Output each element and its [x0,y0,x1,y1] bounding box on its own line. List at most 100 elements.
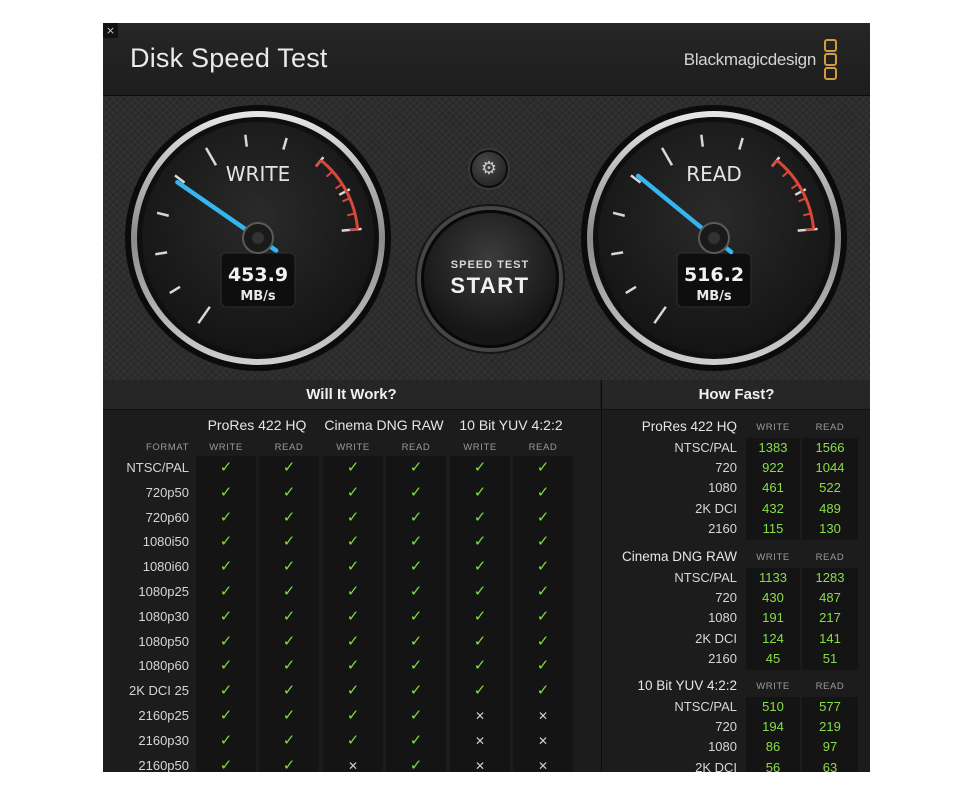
read-gauge-red-tick [805,228,814,231]
wiw-subheader: WRITE [463,442,497,453]
check-icon: ✓ [282,755,296,772]
cross-icon: ✕ [474,709,486,723]
close-window-button[interactable]: × [103,23,118,38]
check-icon: ✓ [473,631,487,650]
title-bar: Disk Speed Test Blackmagicdesign [103,23,870,96]
how-fast-read-value: 97 [822,739,838,755]
check-icon: ✓ [473,482,487,501]
how-fast-write-value: 86 [765,739,781,755]
cross-icon: ✕ [537,709,549,723]
wiw-format-label: 720p60 [145,509,189,525]
how-fast-row-label: 720 [715,460,737,476]
check-icon: ✓ [346,730,360,749]
how-fast-read-value: 1044 [815,460,845,476]
cross-icon: ✕ [474,758,486,772]
how-fast-subheader: WRITE [756,681,790,692]
check-icon: ✓ [409,482,423,501]
gauge-area: WRITE 453.9 MB/s READ 516.2 MB/s ⚙ SPEED TEST… [103,96,870,380]
write-gauge-label: WRITE [226,162,290,186]
write-gauge-red-tick [349,228,358,231]
speed-test-start-button[interactable]: SPEED TEST START [421,210,559,348]
how-fast-read-value: 63 [822,759,838,772]
settings-button[interactable]: ⚙ [470,150,508,188]
wiw-group-header: ProRes 422 HQ [207,417,307,433]
check-icon: ✓ [346,458,360,476]
check-icon: ✓ [409,532,423,551]
how-fast-row-label: 1080 [708,480,737,496]
check-icon: ✓ [346,582,360,600]
check-icon: ✓ [282,656,296,675]
how-fast-row-label: 2K DCI [695,759,737,772]
how-fast-write-value: 1383 [758,440,788,455]
check-icon: ✓ [282,507,296,526]
check-icon: ✓ [282,606,296,625]
how-fast-subheader: WRITE [756,552,790,563]
write-needle-hub-center [252,232,264,244]
wiw-format-label: 1080p25 [138,584,189,599]
check-icon: ✓ [536,482,550,501]
how-fast-group-header: ProRes 422 HQ [641,419,737,434]
app-title: Disk Speed Test [130,43,328,73]
write-speed-value: 453.9 [228,264,288,286]
how-fast-read-value: 51 [822,650,838,666]
how-fast-subheader: WRITE [756,422,790,433]
how-fast-group-header: Cinema DNG RAW [621,549,737,564]
check-icon: ✓ [473,458,487,476]
read-speed-unit: MB/s [696,289,732,304]
wiw-subheader: READ [528,442,558,453]
check-icon: ✓ [282,482,296,501]
how-fast-read-value: 217 [819,610,841,626]
check-icon: ✓ [536,582,550,600]
how-fast-write-value: 1133 [759,570,787,585]
check-icon: ✓ [219,706,233,724]
how-fast-write-value: 510 [762,699,784,714]
cross-icon: ✕ [537,733,549,748]
how-fast-row-label: 720 [715,719,737,735]
check-icon: ✓ [536,458,550,476]
how-fast-row-label: NTSC/PAL [674,699,737,714]
read-speed-value: 516.2 [684,264,744,286]
how-fast-row-label: NTSC/PAL [674,440,737,455]
check-icon: ✓ [346,507,360,526]
check-icon: ✓ [473,582,487,600]
check-icon: ✓ [282,557,296,576]
how-fast-read-value: 1283 [815,570,845,585]
check-icon: ✓ [282,458,296,476]
check-icon: ✓ [409,706,423,724]
disk-speed-test-window: Disk Speed Test Blackmagicdesign WRITE 45… [103,23,870,772]
how-fast-row-label: 2160 [708,520,737,536]
check-icon: ✓ [536,532,550,551]
check-icon: ✓ [536,606,550,625]
wiw-format-label: 1080i60 [142,559,189,575]
how-fast-row-label: 720 [715,590,737,606]
cross-icon: ✕ [537,758,549,772]
how-fast-subheader: READ [815,552,845,563]
wiw-format-label: 1080i50 [142,534,189,550]
check-icon: ✓ [536,507,550,526]
how-fast-read-value: 489 [819,500,841,516]
check-icon: ✓ [473,532,487,551]
how-fast-row-label: 1080 [708,610,737,626]
check-icon: ✓ [282,532,296,551]
how-fast-read-value: 219 [819,719,841,735]
wiw-format-label: 720p50 [145,484,189,500]
how-fast-write-value: 461 [762,480,784,496]
how-fast-row-label: 2K DCI [695,630,737,646]
check-icon: ✓ [282,631,296,650]
start-button-label: START [450,273,530,298]
check-icon: ✓ [409,681,423,700]
format-header: FORMAT [145,442,189,453]
wiw-format-label: 2K DCI 25 [129,683,189,699]
wiw-format-label: 2160p50 [138,757,189,772]
check-icon: ✓ [219,482,233,501]
wiw-format-label: 1080p60 [138,658,189,674]
will-it-work-panel: Will It Work? ProRes 422 HQ Cinema DNG RA… [103,380,600,772]
check-icon: ✓ [346,482,360,501]
check-icon: ✓ [473,557,487,576]
check-icon: ✓ [536,557,550,576]
how-fast-title: How Fast? [602,380,870,410]
how-fast-read-value: 577 [819,699,841,714]
how-fast-read-value: 522 [819,480,841,496]
check-icon: ✓ [409,730,423,749]
how-fast-subheader: READ [815,681,845,692]
